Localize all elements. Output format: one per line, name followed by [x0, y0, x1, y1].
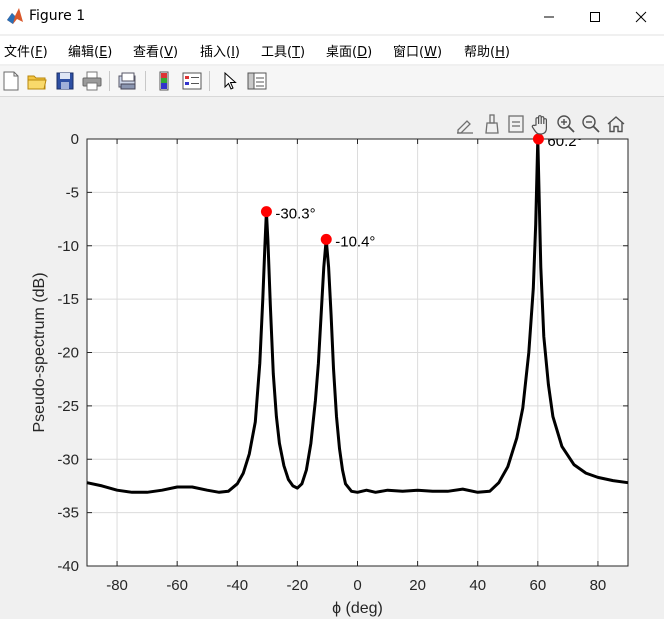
- y-tick-label: -25: [57, 398, 79, 415]
- x-tick-label: -40: [226, 577, 248, 594]
- data-brush-icon: [485, 114, 499, 134]
- brush-edit-icon: [457, 120, 473, 134]
- x-axis-label: ϕ (deg): [332, 600, 383, 617]
- zoom-in-button[interactable]: [555, 113, 577, 135]
- data-brush-button[interactable]: [481, 113, 503, 135]
- x-tick-label: -20: [287, 577, 309, 594]
- y-axis-label: Pseudo-spectrum (dB): [31, 272, 48, 432]
- peak-label: -30.3°: [275, 206, 315, 223]
- zoom-in-icon: [557, 115, 575, 133]
- x-tick-label: 40: [469, 577, 486, 594]
- peak-marker: [260, 206, 272, 218]
- y-tick-label: 0: [71, 131, 79, 148]
- y-tick-label: -30: [57, 451, 79, 468]
- x-tick-label: 0: [353, 577, 361, 594]
- brush-edit-button[interactable]: [454, 113, 476, 135]
- y-tick-label: -10: [57, 238, 79, 255]
- peak-marker: [320, 233, 332, 245]
- zoom-out-button[interactable]: [580, 113, 602, 135]
- home-icon: [607, 116, 625, 133]
- pan-button[interactable]: [530, 113, 552, 135]
- peak-label: -10.4°: [335, 233, 375, 250]
- x-tick-label: 80: [590, 577, 607, 594]
- zoom-out-icon: [582, 115, 600, 133]
- x-tick-label: 60: [529, 577, 546, 594]
- y-tick-label: -35: [57, 505, 79, 522]
- pseudo-spectrum-chart: -80 -60 -40 -20 0 20 40 60 80 0 -5 -10 -15 -20 -25 -30 -…: [31, 131, 629, 617]
- x-tick-label: -60: [166, 577, 188, 594]
- peak-marker: [532, 133, 544, 145]
- pan-hand-icon: [531, 115, 547, 135]
- y-tick-label: -20: [57, 345, 79, 362]
- y-tick-label: -40: [57, 558, 79, 575]
- x-tick-label: -80: [106, 577, 128, 594]
- restore-view-button[interactable]: [605, 113, 627, 135]
- data-tips-icon: [508, 115, 524, 133]
- peak-label: 60.2°: [547, 133, 582, 150]
- y-tick-label: -15: [57, 291, 79, 308]
- x-tick-label: 20: [409, 577, 426, 594]
- data-tips-button[interactable]: [505, 113, 527, 135]
- y-tick-label: -5: [66, 184, 79, 201]
